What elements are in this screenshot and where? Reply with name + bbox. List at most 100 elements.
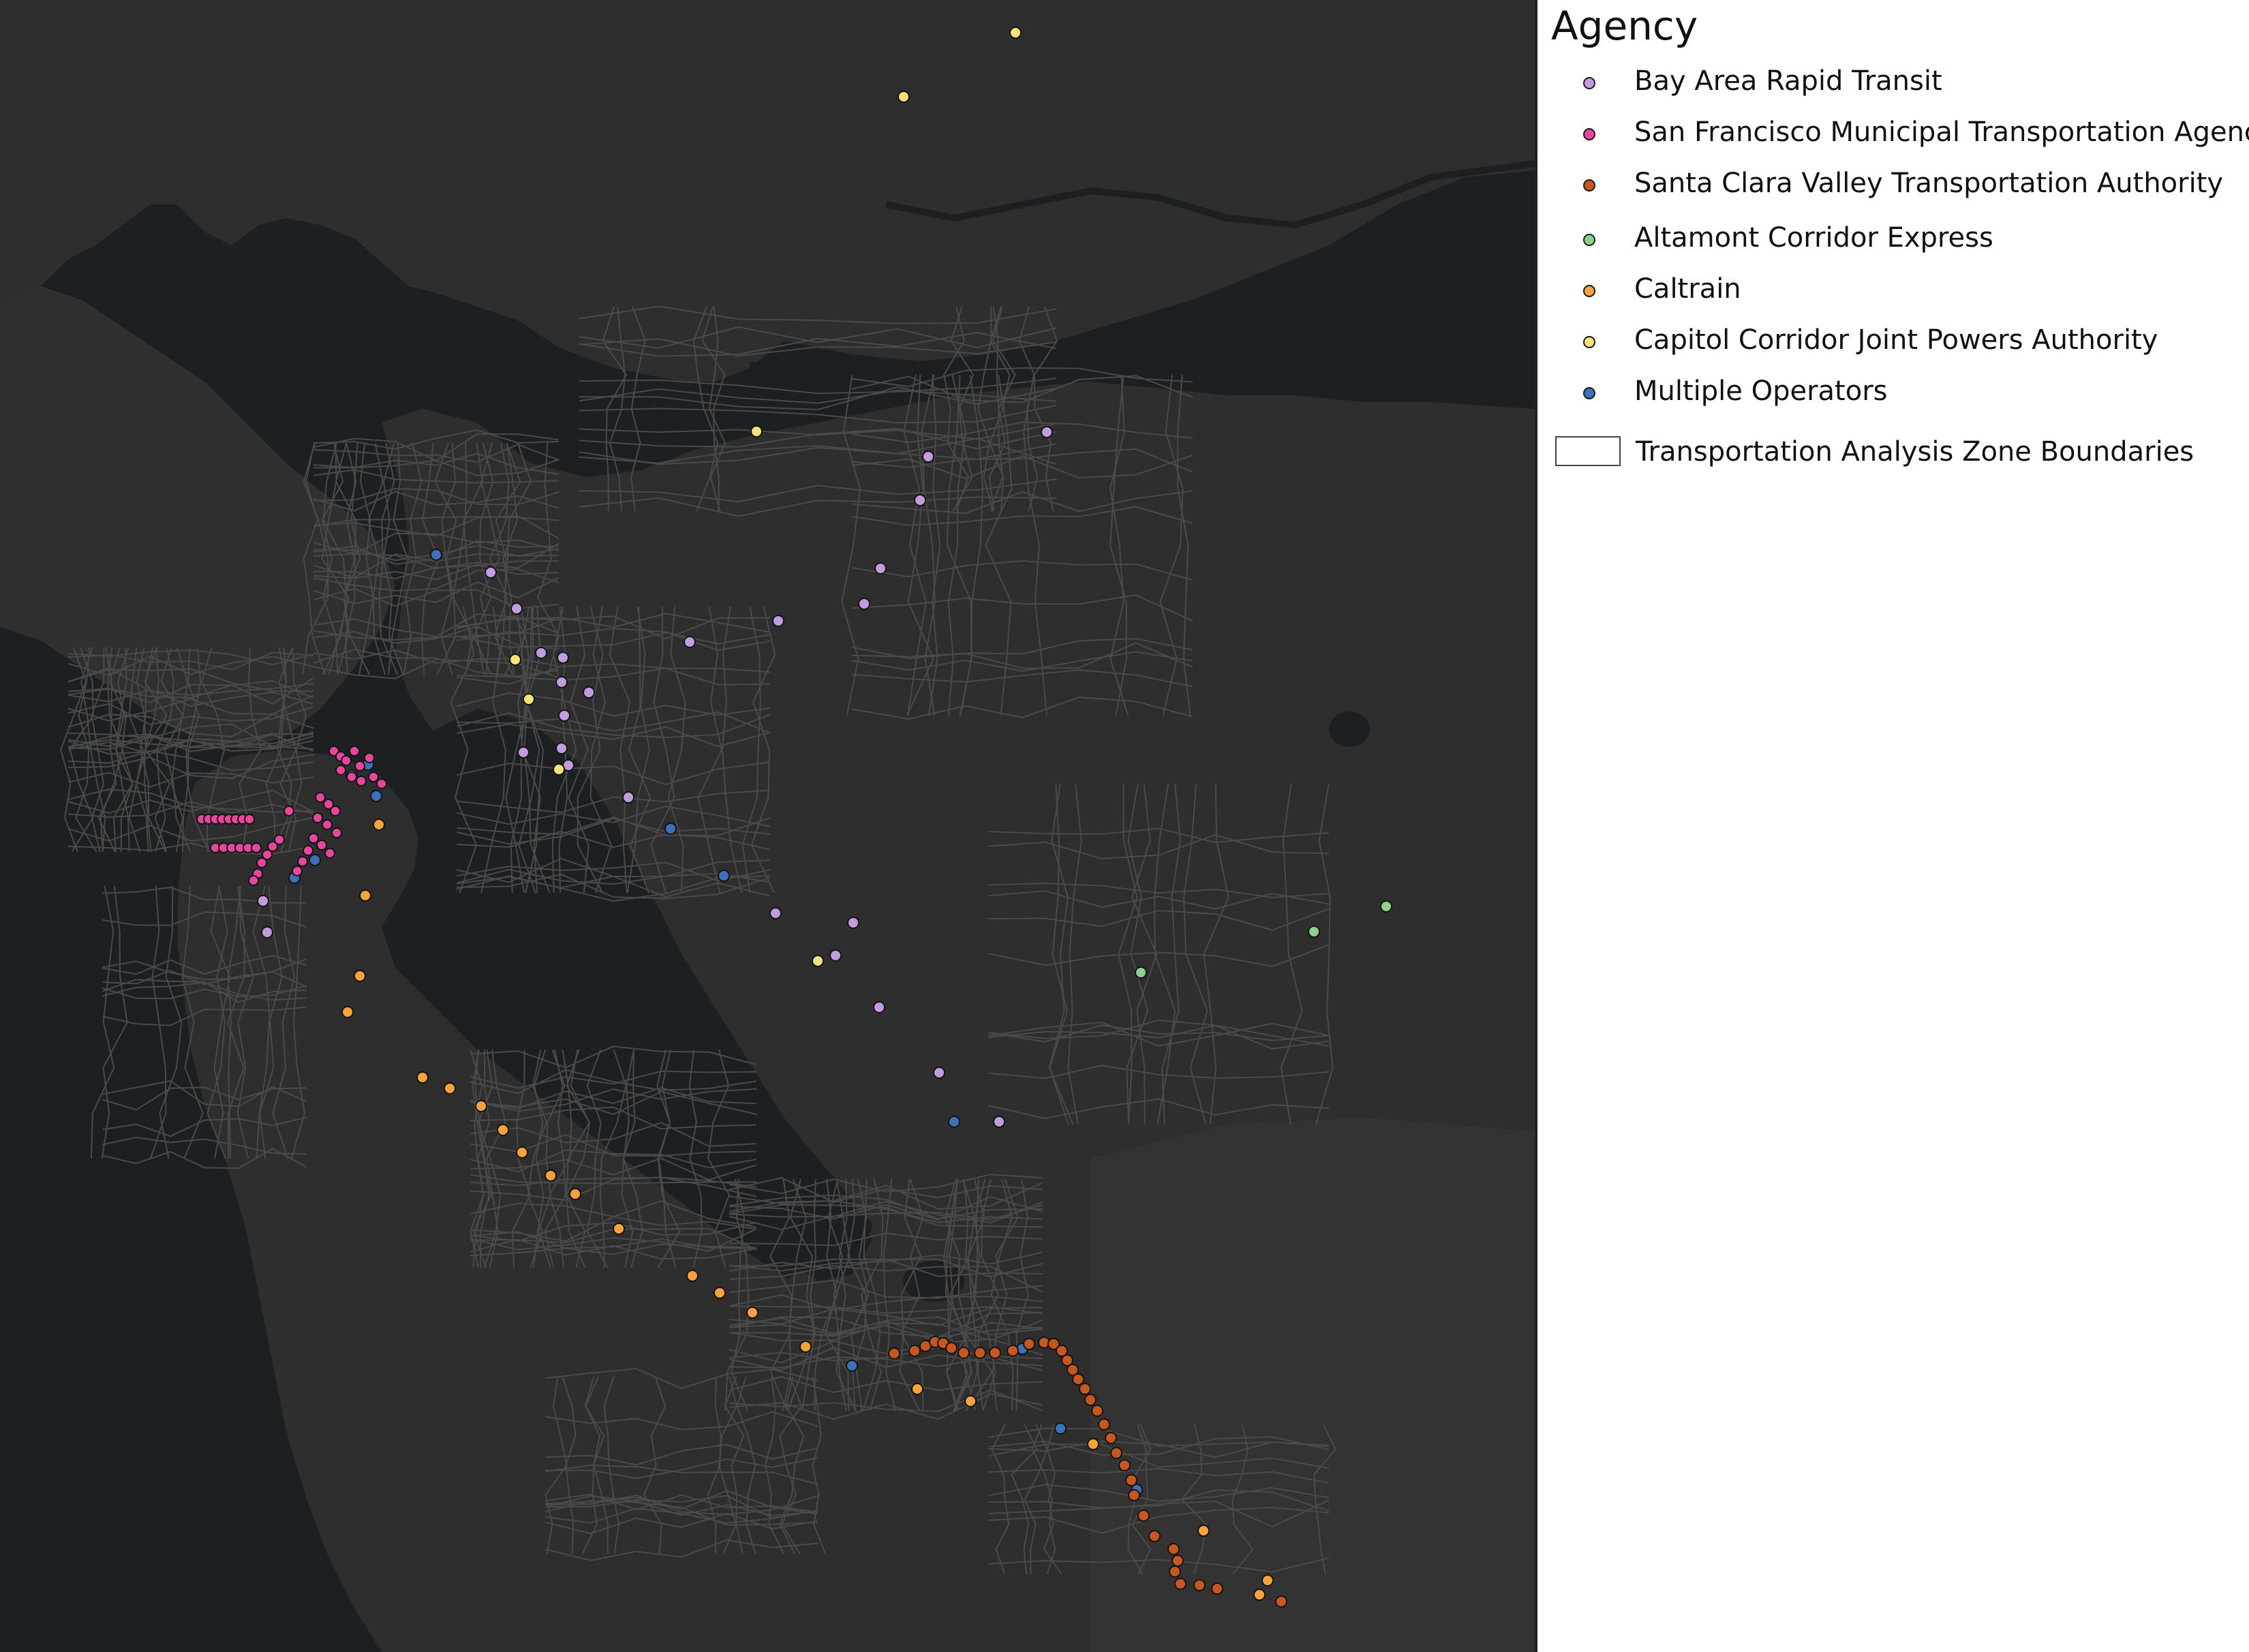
station-marker[interactable] [1172, 1555, 1184, 1567]
station-marker[interactable] [958, 1347, 970, 1359]
station-marker[interactable] [364, 752, 375, 763]
station-marker[interactable] [510, 602, 523, 615]
station-marker[interactable] [914, 494, 926, 506]
station-marker[interactable] [370, 790, 382, 802]
station-marker[interactable] [315, 792, 326, 803]
station-marker[interactable] [1275, 1595, 1287, 1608]
station-marker[interactable] [1380, 900, 1392, 913]
station-marker[interactable] [497, 1124, 509, 1136]
station-marker[interactable] [714, 1287, 726, 1299]
station-marker[interactable] [354, 761, 365, 771]
station-marker[interactable] [359, 889, 371, 902]
station-marker[interactable] [509, 654, 521, 666]
station-marker[interactable] [874, 562, 887, 575]
station-marker[interactable] [251, 842, 262, 853]
station-marker[interactable] [517, 746, 530, 759]
station-marker[interactable] [331, 827, 342, 838]
transit-station-map[interactable] [0, 0, 1535, 1652]
station-marker[interactable] [1084, 1394, 1097, 1406]
station-marker[interactable] [1091, 1405, 1103, 1417]
station-marker[interactable] [1197, 1525, 1210, 1537]
station-marker[interactable] [908, 1345, 921, 1357]
station-marker[interactable] [341, 755, 352, 766]
station-marker[interactable] [330, 806, 341, 816]
station-marker[interactable] [1135, 966, 1147, 979]
station-marker[interactable] [1253, 1589, 1266, 1601]
station-marker[interactable] [974, 1347, 986, 1359]
station-marker[interactable] [718, 870, 730, 882]
station-marker[interactable] [583, 686, 595, 699]
station-marker[interactable] [297, 856, 308, 867]
station-marker[interactable] [356, 776, 367, 786]
station-marker[interactable] [1261, 1574, 1274, 1587]
station-marker[interactable] [553, 763, 565, 776]
station-marker[interactable] [284, 806, 294, 816]
station-marker[interactable] [257, 895, 269, 907]
station-marker[interactable] [335, 765, 346, 776]
station-marker[interactable] [555, 676, 568, 688]
station-marker[interactable] [303, 845, 313, 856]
station-marker[interactable] [812, 955, 824, 967]
station-marker[interactable] [1054, 1422, 1067, 1435]
station-marker[interactable] [1169, 1565, 1181, 1578]
station-marker[interactable] [256, 857, 267, 868]
station-marker[interactable] [1110, 1447, 1122, 1459]
station-marker[interactable] [349, 746, 360, 756]
station-marker[interactable] [945, 1342, 958, 1354]
station-marker[interactable] [898, 91, 910, 103]
station-marker[interactable] [1308, 926, 1320, 938]
station-marker[interactable] [430, 549, 442, 561]
station-marker[interactable] [376, 778, 387, 789]
station-marker[interactable] [1023, 1338, 1035, 1350]
station-marker[interactable] [1087, 1438, 1099, 1450]
station-marker[interactable] [1193, 1579, 1206, 1591]
station-marker[interactable] [523, 693, 535, 705]
station-marker[interactable] [368, 771, 379, 782]
station-marker[interactable] [746, 1306, 759, 1319]
station-marker[interactable] [933, 1067, 945, 1079]
station-marker[interactable] [485, 566, 497, 579]
station-marker[interactable] [261, 926, 273, 938]
station-marker[interactable] [948, 1116, 960, 1128]
station-marker[interactable] [873, 1001, 885, 1013]
station-marker[interactable] [1041, 426, 1053, 438]
station-marker[interactable] [1007, 1345, 1019, 1357]
station-marker[interactable] [324, 848, 335, 859]
station-marker[interactable] [750, 425, 763, 438]
station-marker[interactable] [1148, 1530, 1161, 1542]
station-marker[interactable] [341, 1006, 354, 1018]
station-marker[interactable] [829, 949, 842, 962]
station-marker[interactable] [244, 814, 255, 825]
station-marker[interactable] [354, 970, 366, 982]
station-marker[interactable] [799, 1341, 812, 1353]
station-marker[interactable] [322, 819, 333, 830]
station-marker[interactable] [1174, 1578, 1187, 1590]
station-marker[interactable] [316, 840, 327, 851]
station-marker[interactable] [686, 1270, 699, 1282]
station-marker[interactable] [309, 854, 321, 866]
station-marker[interactable] [535, 647, 547, 659]
station-marker[interactable] [1128, 1489, 1140, 1501]
station-marker[interactable] [1079, 1383, 1091, 1395]
station-marker[interactable] [1105, 1432, 1117, 1444]
station-marker[interactable] [475, 1100, 487, 1112]
station-marker[interactable] [1211, 1582, 1223, 1595]
station-marker[interactable] [847, 917, 859, 929]
map-panel[interactable] [0, 0, 1537, 1652]
station-marker[interactable] [555, 742, 568, 754]
station-marker[interactable] [911, 1383, 923, 1395]
station-marker[interactable] [248, 875, 259, 886]
station-marker[interactable] [993, 1116, 1005, 1128]
station-marker[interactable] [846, 1360, 858, 1372]
station-marker[interactable] [545, 1169, 557, 1182]
station-marker[interactable] [516, 1146, 528, 1159]
station-marker[interactable] [922, 450, 934, 463]
station-marker[interactable] [558, 709, 570, 722]
station-marker[interactable] [557, 652, 569, 664]
station-marker[interactable] [569, 1188, 581, 1200]
station-marker[interactable] [1125, 1474, 1137, 1486]
station-marker[interactable] [769, 907, 782, 919]
station-marker[interactable] [1009, 27, 1022, 39]
station-marker[interactable] [373, 819, 385, 831]
station-marker[interactable] [622, 791, 634, 804]
